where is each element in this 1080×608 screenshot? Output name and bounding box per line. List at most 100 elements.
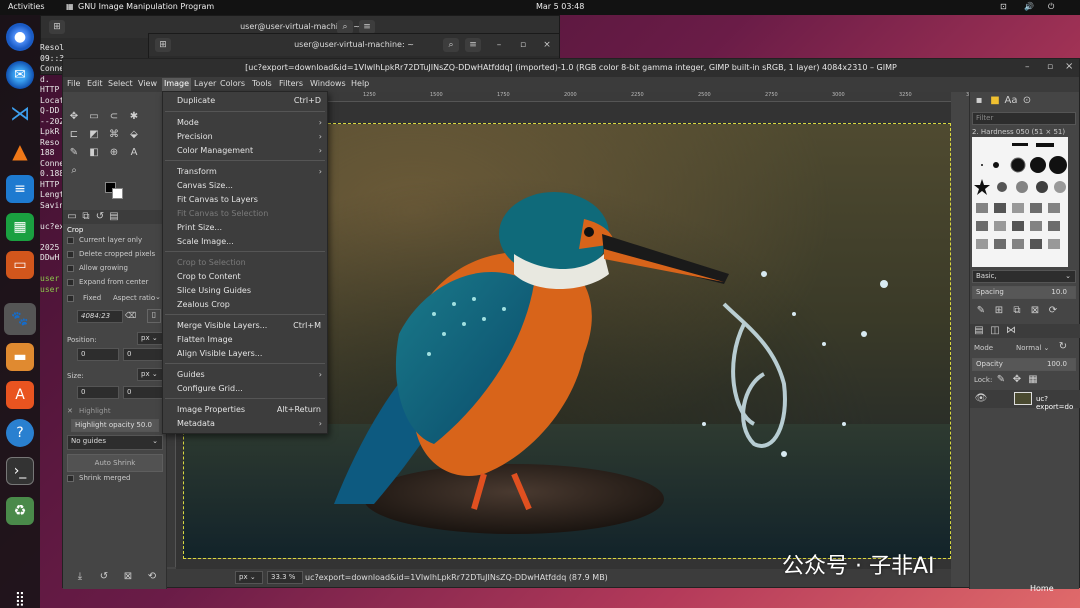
image-menu-item-configure-grid[interactable]: Configure Grid... [163, 384, 327, 397]
device-status-tab-icon[interactable]: ⧉ [79, 210, 93, 224]
home-desktop-label[interactable]: Home [1030, 584, 1054, 593]
image-menu-item-duplicate[interactable]: Duplicate Ctrl+D [163, 96, 327, 109]
close-icon[interactable]: × [1065, 61, 1073, 72]
mode-select[interactable]: Normal ⌄ [1016, 344, 1049, 352]
chevron-down-icon[interactable]: ⌄ [155, 293, 161, 301]
window-title[interactable]: [uc?export=download&id=1VIwlhLpkRr72DTuJ… [63, 59, 1079, 77]
show-apps-icon[interactable]: ⣿ [6, 585, 34, 608]
lock-pixels-icon[interactable]: ✎ [994, 373, 1008, 387]
menu-layer[interactable]: Layer [194, 79, 216, 88]
auto-shrink-button[interactable]: Auto Shrink [67, 454, 163, 472]
crop-tool-icon[interactable]: ⊏ [67, 128, 81, 142]
image-menu-item-crop-to-content[interactable]: Crop to Content [163, 272, 327, 285]
terminal-icon[interactable]: ›_ [6, 457, 34, 485]
menu-file[interactable]: File [67, 79, 80, 88]
rect-select-icon[interactable]: ▭ [87, 110, 101, 124]
menu-icon[interactable]: ≡ [359, 20, 375, 34]
allow-growing-checkbox[interactable] [67, 265, 74, 272]
image-menu-item-merge-visible-layers[interactable]: Merge Visible Layers... Ctrl+M [163, 321, 327, 334]
size-unit-select[interactable]: px ⌄ [137, 368, 163, 381]
edit-brush-icon[interactable]: ✎ [974, 304, 988, 318]
zoom-tool-icon[interactable]: ⌕ [67, 164, 81, 178]
fixed-checkbox[interactable] [67, 295, 74, 302]
maximize-icon[interactable]: ▫ [1047, 62, 1053, 72]
image-menu-item-image-properties[interactable]: Image Properties Alt+Return [163, 405, 327, 418]
image-menu-item-transform[interactable]: Transform › [163, 167, 327, 180]
image-menu-item-color-management[interactable]: Color Management › [163, 146, 327, 159]
menu-filters[interactable]: Filters [279, 79, 303, 88]
undo-history-tab-icon[interactable]: ↺ [93, 210, 107, 224]
restore-options-icon[interactable]: ↺ [97, 570, 111, 584]
power-icon[interactable]: ⏻ [1048, 2, 1054, 12]
highlight-check-icon[interactable]: ✕ [67, 407, 73, 415]
image-menu-item-scale-image[interactable]: Scale Image... [163, 237, 327, 250]
minimize-icon[interactable]: – [1025, 62, 1030, 72]
thunderbird-icon[interactable]: ✉ [6, 61, 34, 89]
menu-select[interactable]: Select [108, 79, 133, 88]
clone-icon[interactable]: ⊕ [107, 146, 121, 160]
refresh-brushes-icon[interactable]: ⟳ [1046, 304, 1060, 318]
delete-brush-icon[interactable]: ⊠ [1028, 304, 1042, 318]
paintbrush-icon[interactable]: ✎ [67, 146, 81, 160]
lasso-icon[interactable]: ⊂ [107, 110, 121, 124]
menu-image[interactable]: Image [162, 78, 192, 91]
app-name[interactable]: GNU Image Manipulation Program [78, 2, 214, 11]
menu-tools[interactable]: Tools [252, 79, 272, 88]
image-menu-item-canvas-size[interactable]: Canvas Size... [163, 181, 327, 194]
writer-icon[interactable]: ≡ [6, 175, 34, 203]
search-icon[interactable]: ⌕ [443, 38, 459, 52]
reset-options-icon[interactable]: ⟲ [145, 570, 159, 584]
menu-help[interactable]: Help [351, 79, 369, 88]
patterns-tab-icon[interactable]: ■ [988, 94, 1002, 108]
search-icon[interactable]: ⌕ [337, 20, 353, 34]
brush-tag-input[interactable]: Basic, ⌄ [972, 270, 1076, 283]
lock-alpha-icon[interactable]: ▦ [1026, 373, 1040, 387]
shrink-merged-checkbox[interactable] [67, 475, 74, 482]
clock[interactable]: Mar 5 03:48 [536, 2, 584, 11]
image-menu-item-zealous-crop[interactable]: Zealous Crop [163, 300, 327, 313]
menu-view[interactable]: View [138, 79, 157, 88]
fuzzy-select-icon[interactable]: ✱ [127, 110, 141, 124]
aspect-ratio-select[interactable]: Aspect ratio [113, 294, 155, 302]
volume-icon[interactable]: 🔊 [1024, 2, 1034, 11]
network-icon[interactable]: ⊡ [1000, 2, 1007, 11]
lock-position-icon[interactable]: ✥ [1010, 373, 1024, 387]
expand-center-checkbox[interactable] [67, 279, 74, 286]
portrait-icon[interactable]: ▯ [147, 309, 161, 323]
terminal-tab-icon[interactable]: ⊞ [155, 38, 171, 52]
brush-grid[interactable] [972, 137, 1068, 267]
blend-switch-icon[interactable]: ↻ [1056, 340, 1070, 354]
size-width-input[interactable]: 0 [77, 386, 119, 399]
maximize-icon[interactable]: ▫ [515, 38, 531, 52]
position-x-input[interactable]: 0 [77, 348, 119, 361]
duplicate-brush-icon[interactable]: ⧉ [1010, 304, 1024, 318]
image-menu-item-align-visible-layers[interactable]: Align Visible Layers... [163, 349, 327, 362]
brushes-tab-icon[interactable]: ▪ [972, 94, 986, 108]
bucket-icon[interactable]: ⬙ [127, 128, 141, 142]
chrome-icon[interactable]: ● [6, 23, 34, 51]
guides-select[interactable]: No guides ⌄ [67, 435, 163, 450]
document-history-tab-icon[interactable]: ⊙ [1020, 94, 1034, 108]
opacity-slider[interactable]: Opacity 100.0 [972, 358, 1076, 371]
menu-windows[interactable]: Windows [310, 79, 346, 88]
vlc-icon[interactable]: ▲ [6, 137, 34, 165]
menu-colors[interactable]: Colors [220, 79, 245, 88]
brush-filter-input[interactable]: Filter [972, 112, 1076, 125]
trash-icon[interactable]: ♻ [6, 497, 34, 525]
image-menu-item-slice-using-guides[interactable]: Slice Using Guides [163, 286, 327, 299]
image-menu-item-flatten-image[interactable]: Flatten Image [163, 335, 327, 348]
size-height-input[interactable]: 0 [123, 386, 163, 399]
channels-tab-icon[interactable]: ◫ [988, 324, 1002, 338]
tool-options-tab-icon[interactable]: ▭ [65, 210, 79, 224]
transform-icon[interactable]: ◩ [87, 128, 101, 142]
move-tool-icon[interactable]: ✥ [67, 110, 81, 124]
menu-icon[interactable]: ≡ [465, 38, 481, 52]
text-tool-icon[interactable]: A [127, 146, 141, 160]
close-icon[interactable]: × [539, 38, 555, 52]
save-options-icon[interactable]: ⤓ [73, 570, 87, 584]
minimize-icon[interactable]: – [491, 38, 507, 52]
current-layer-checkbox[interactable] [67, 237, 74, 244]
position-unit-select[interactable]: px ⌄ [137, 332, 163, 345]
image-menu-item-guides[interactable]: Guides › [163, 370, 327, 383]
bg-color-swatch[interactable] [112, 188, 123, 199]
